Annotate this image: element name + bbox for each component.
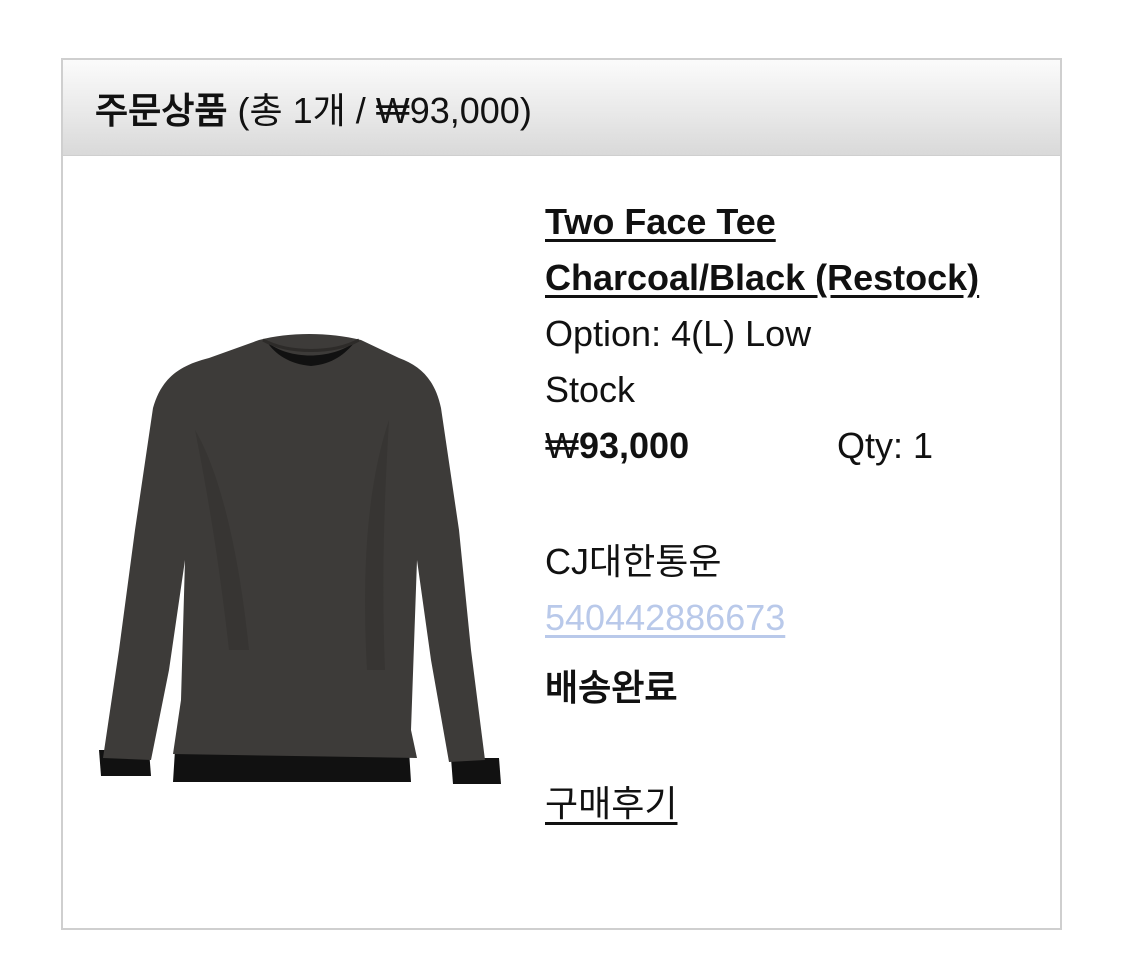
currency-symbol: ₩ xyxy=(545,425,579,466)
shipping-carrier: CJ대한통운 xyxy=(545,541,722,582)
product-price: ₩93,000 xyxy=(545,418,837,474)
tracking-number-link[interactable]: 540442886673 xyxy=(545,590,1045,646)
price-amount: 93,000 xyxy=(578,425,690,466)
product-image[interactable] xyxy=(99,230,503,790)
delivery-status: 배송완료 xyxy=(545,667,678,708)
product-name-link[interactable]: Two Face Tee Charcoal/Black (Restock) xyxy=(545,194,1045,306)
write-review-link[interactable]: 구매후기 xyxy=(545,776,677,832)
header-title: 주문상품 xyxy=(95,89,228,131)
ordered-items-panel: 주문상품 (총 1개 / ₩93,000) Two Face Tee Charc… xyxy=(61,58,1062,930)
product-option-line2: Stock xyxy=(545,369,636,410)
price-row: ₩93,000 Qty: 1 xyxy=(545,418,1045,474)
shirt-image xyxy=(99,334,501,784)
ordered-items-header: 주문상품 (총 1개 / ₩93,000) xyxy=(63,60,1060,156)
product-info: Two Face Tee Charcoal/Black (Restock) Op… xyxy=(545,194,1045,832)
order-summary: (총 1개 / ₩93,000) xyxy=(237,89,532,131)
product-option-line1: Option: 4(L) Low xyxy=(545,313,812,354)
product-quantity: Qty: 1 xyxy=(837,425,934,466)
